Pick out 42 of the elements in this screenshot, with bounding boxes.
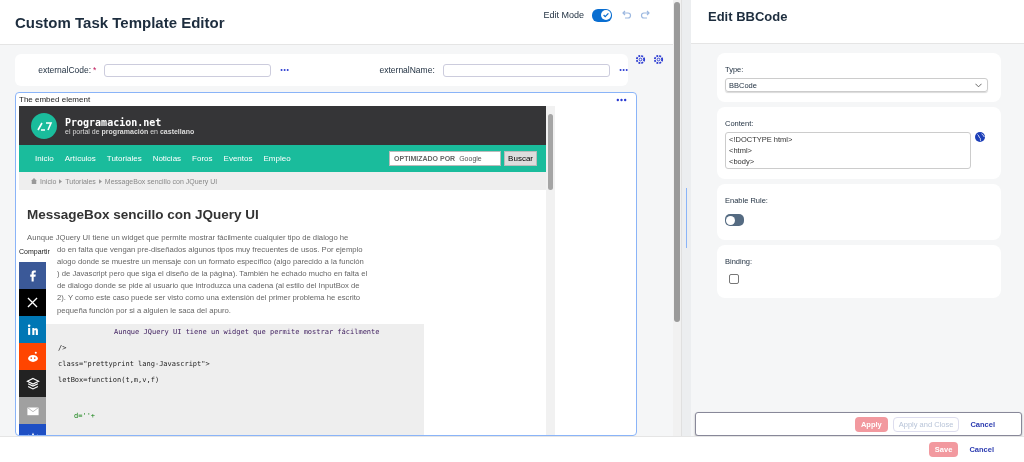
reddit-icon — [25, 349, 40, 364]
nav-link[interactable]: Artículos — [64, 154, 96, 163]
binding-checkbox[interactable] — [729, 274, 739, 284]
panel-title: Edit BBCode — [708, 9, 788, 24]
field-label: externalCode: * — [37, 65, 98, 75]
input-field[interactable] — [104, 63, 272, 77]
chevron-down-icon — [975, 82, 982, 88]
globe-icon[interactable] — [975, 132, 985, 142]
edit-mode-label: Edit Mode — [543, 10, 584, 20]
embed-label: The embed element — [19, 95, 91, 104]
more-icon[interactable] — [616, 97, 627, 102]
editor-title: Custom Task Template Editor — [15, 13, 225, 31]
nav-link[interactable]: Eventos — [223, 154, 253, 163]
chevron-icon — [59, 178, 63, 184]
more-icon[interactable] — [280, 68, 290, 72]
share-button[interactable] — [19, 289, 46, 316]
more-icon[interactable] — [618, 68, 628, 72]
input-field[interactable] — [442, 63, 610, 77]
share-button[interactable] — [19, 262, 46, 289]
site-logo-icon — [31, 112, 57, 139]
stack-icon — [25, 376, 40, 391]
article-heading: MessageBox sencillo con JQuery UI — [27, 207, 260, 222]
nav-link[interactable]: Inicio — [35, 154, 54, 163]
field-label: externalName: — [378, 65, 436, 75]
check-icon — [602, 11, 610, 19]
chevron-icon — [98, 178, 102, 184]
edit-mode-switch[interactable] — [592, 8, 612, 22]
settings-icon[interactable] — [635, 54, 646, 65]
search-button[interactable]: Buscar — [504, 151, 537, 166]
scrollbar[interactable] — [546, 106, 555, 435]
nav-link[interactable]: Empleo — [263, 154, 291, 163]
nav-link[interactable]: Noticias — [152, 154, 182, 163]
share-button[interactable] — [19, 370, 46, 397]
enable-rule-switch[interactable] — [725, 214, 744, 226]
linkedin-icon — [25, 322, 40, 337]
nav-link[interactable]: Tutoriales — [106, 154, 142, 163]
x-icon — [26, 296, 39, 309]
nav-link[interactable]: Foros — [192, 154, 213, 163]
home-icon — [31, 178, 37, 184]
scrollbar[interactable] — [673, 0, 681, 436]
site-name: Programacion.net — [65, 116, 163, 128]
settings-icon[interactable] — [653, 54, 664, 65]
